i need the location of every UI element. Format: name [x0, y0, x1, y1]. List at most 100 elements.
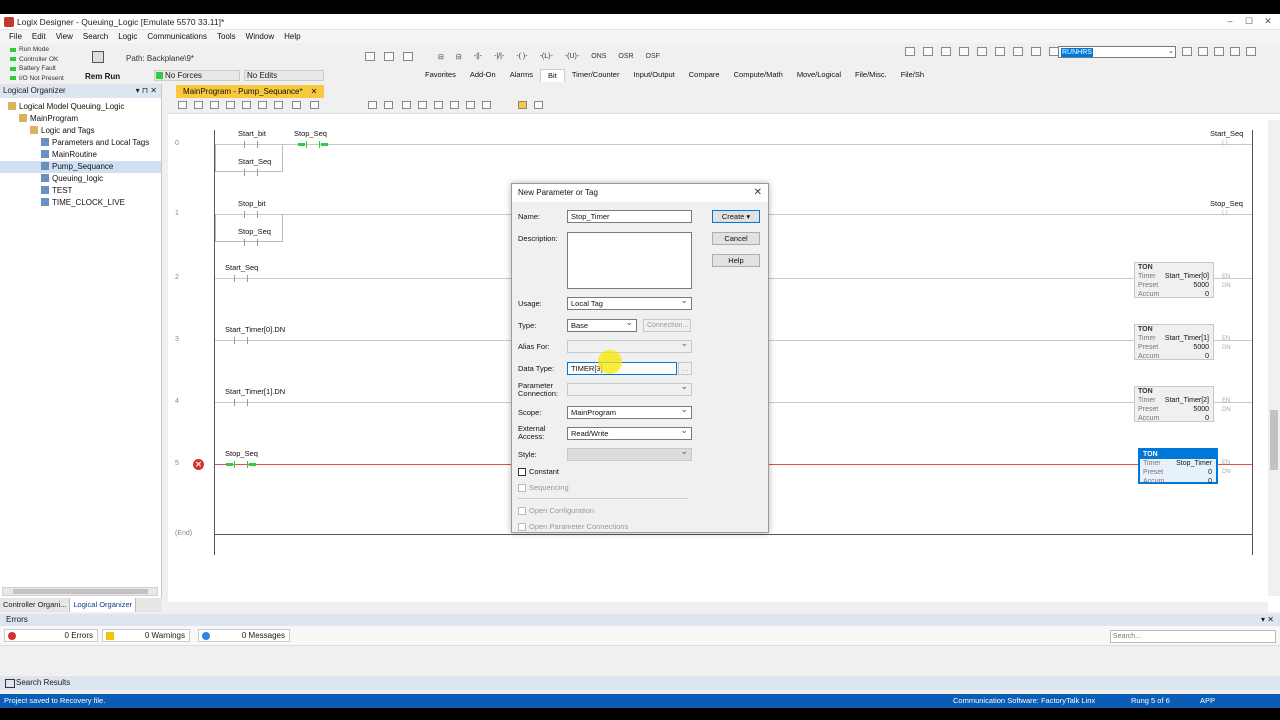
xio-contact[interactable]	[298, 141, 328, 148]
bookmark-rung-icon[interactable]	[418, 101, 427, 109]
ton-instruction[interactable]: TON Timer Start_Timer[2] Preset 5000 Accum 0	[1134, 386, 1214, 422]
ote-tag[interactable]: Stop_Seq	[1210, 199, 1243, 208]
open-icon[interactable]	[923, 47, 933, 56]
edits-status[interactable]: No Edits	[244, 70, 324, 81]
ote-coil-icon[interactable]: ( )	[1222, 140, 1228, 146]
tab-bit[interactable]: Bit	[540, 69, 565, 82]
maximize-button[interactable]: ☐	[1243, 16, 1255, 27]
tree-item[interactable]: Queuing_logic	[0, 173, 161, 185]
ton-preset-value[interactable]: 0	[1171, 468, 1216, 477]
rung-number[interactable]: 3	[175, 336, 179, 343]
ton-accum-value[interactable]: 0	[1171, 477, 1216, 486]
forces-status[interactable]: No Forces	[154, 70, 240, 81]
xic-contact[interactable]	[234, 337, 248, 344]
rung-number[interactable]: 4	[175, 398, 179, 405]
menu-file[interactable]: File	[9, 30, 22, 43]
close-tab-icon[interactable]: ✕	[311, 87, 318, 96]
style-select[interactable]	[567, 446, 692, 461]
create-dropdown-icon[interactable]: ▾	[746, 212, 750, 221]
tab-input-output[interactable]: Input/Output	[626, 69, 681, 82]
xic-contact[interactable]	[234, 399, 248, 406]
menu-tools[interactable]: Tools	[217, 30, 236, 43]
rung-error-icon[interactable]: ✕	[193, 459, 204, 470]
tab-logical-organizer[interactable]: Logical Organizer	[70, 598, 137, 612]
messages-filter-button[interactable]: 0 Messages	[198, 629, 290, 642]
ton-timer-value[interactable]: Start_Timer[0]	[1165, 272, 1213, 281]
tab-alarms[interactable]: Alarms	[503, 69, 540, 82]
contact-tag[interactable]: Stop_Seq	[225, 449, 258, 458]
tree-item[interactable]: MainProgram	[0, 113, 161, 125]
ascii-icon[interactable]	[518, 101, 527, 109]
new-icon[interactable]	[905, 47, 915, 56]
tab-compute-math[interactable]: Compute/Math	[727, 69, 790, 82]
dialog-close-icon[interactable]: ✕	[754, 184, 762, 202]
xic-contact[interactable]	[234, 275, 248, 282]
tab-favorites[interactable]: Favorites	[418, 69, 463, 82]
ote-coil-icon[interactable]: ( )	[1222, 210, 1228, 216]
menu-window[interactable]: Window	[246, 30, 274, 43]
contact-tag[interactable]: Start_Seq	[225, 263, 258, 272]
ote-tag[interactable]: Start_Seq	[1210, 129, 1243, 138]
open-param-checkbox[interactable]: Open Parameter Connections	[518, 522, 628, 531]
edit-rung-icon[interactable]	[178, 101, 187, 109]
accept-rung-icon[interactable]	[194, 101, 203, 109]
constant-checkbox[interactable]: Constant	[518, 467, 559, 476]
rung-number[interactable]: 2	[175, 274, 179, 281]
controller-mode-icon[interactable]	[92, 51, 104, 63]
search-results-tab[interactable]: Search Results	[0, 676, 1280, 690]
branch-contact[interactable]	[244, 239, 258, 246]
fit-icon[interactable]	[402, 101, 411, 109]
ote-icon[interactable]: -( )-	[516, 53, 527, 61]
cancel-button[interactable]: Cancel	[712, 232, 760, 245]
bookmark-icon[interactable]	[1246, 47, 1256, 56]
finalize-edits-icon[interactable]	[274, 101, 283, 109]
tab-file-misc[interactable]: File/Misc.	[848, 69, 894, 82]
run-routine-icon[interactable]	[310, 101, 319, 109]
alias-select[interactable]	[567, 338, 692, 353]
ton-preset-value[interactable]: 5000	[1166, 405, 1213, 414]
find-next-icon[interactable]	[1198, 47, 1208, 56]
xio-icon[interactable]: -|/|-	[494, 53, 504, 61]
tab-timer-counter[interactable]: Timer/Counter	[565, 69, 627, 82]
contact-tag[interactable]: Start_bit	[238, 129, 266, 138]
find-icon[interactable]	[1182, 47, 1192, 56]
menu-help[interactable]: Help	[284, 30, 300, 43]
cut-icon[interactable]	[977, 47, 987, 56]
xio-tag[interactable]: Stop_Seq	[294, 129, 327, 138]
pointer-icon[interactable]	[365, 52, 375, 61]
zoom-in-icon[interactable]	[368, 101, 377, 109]
ton-instruction[interactable]: TON Timer Start_Timer[0] Preset 5000 Accum 0	[1134, 262, 1214, 298]
errors-search-input[interactable]: Search...	[1110, 630, 1276, 643]
tab-file-sh[interactable]: File/Sh	[894, 69, 931, 82]
print-icon[interactable]	[959, 47, 969, 56]
network-icon[interactable]	[384, 52, 394, 61]
properties-icon[interactable]	[534, 101, 543, 109]
ton-preset-value[interactable]: 5000	[1166, 281, 1213, 290]
routine-tab[interactable]: MainProgram - Pump_Sequance* ✕	[176, 85, 325, 98]
param-conn-select[interactable]	[567, 381, 692, 396]
datatype-field[interactable]: TIMER[3]	[567, 362, 677, 375]
copy-icon[interactable]	[995, 47, 1005, 56]
tag-icon[interactable]	[466, 101, 475, 109]
errors-panel-controls-icon[interactable]: ▾ ✕	[1261, 614, 1274, 626]
test-edits-icon[interactable]	[242, 101, 251, 109]
rung-number[interactable]: 5	[175, 460, 179, 467]
device-icon[interactable]	[403, 52, 413, 61]
ton-instruction[interactable]: TON Timer Stop_Timer Preset 0 Accum 0	[1138, 448, 1218, 486]
path-label[interactable]: Path: Backplane\9*	[126, 54, 194, 63]
ton-timer-value[interactable]: Start_Timer[2]	[1165, 396, 1213, 405]
errors-filter-button[interactable]: 0 Errors	[4, 629, 98, 642]
ton-accum-value[interactable]: 0	[1166, 352, 1213, 361]
rung-icon[interactable]: ⊟	[438, 53, 444, 61]
tab-compare[interactable]: Compare	[682, 69, 727, 82]
ton-timer-value[interactable]: Stop_Timer	[1171, 459, 1216, 468]
ton-instruction[interactable]: TON Timer Start_Timer[1] Preset 5000 Accum 0	[1134, 324, 1214, 360]
replace-icon[interactable]	[1230, 47, 1240, 56]
toolbar-search-combo[interactable]: RUNHRS ⌄	[1058, 46, 1176, 58]
branch-tag[interactable]: Stop_Seq	[238, 227, 271, 236]
contact-tag[interactable]: Start_Timer[0].DN	[225, 325, 285, 334]
close-window-button[interactable]: ✕	[1262, 16, 1274, 27]
tree-item[interactable]: Parameters and Local Tags	[0, 137, 161, 149]
find-prev-icon[interactable]	[1214, 47, 1224, 56]
menu-logic[interactable]: Logic	[118, 30, 137, 43]
